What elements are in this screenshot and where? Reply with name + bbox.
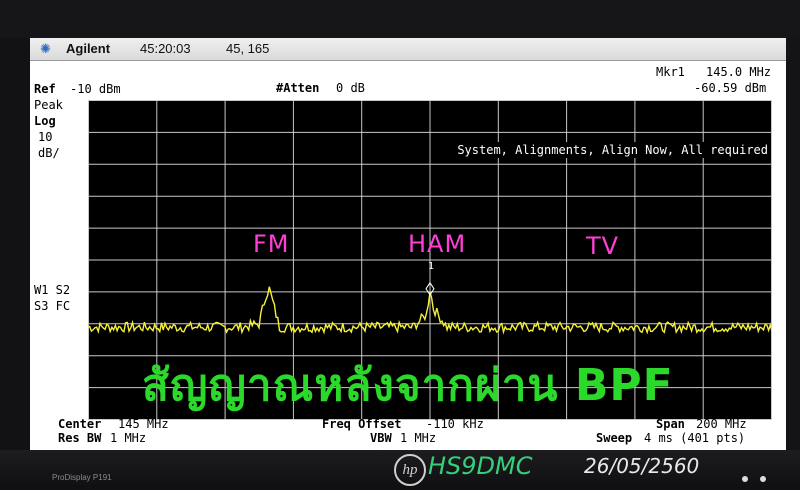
scale-unit: dB/ <box>38 146 60 160</box>
res-bw-value: 1 MHz <box>110 431 147 445</box>
ref-value: -10 dBm <box>70 82 121 96</box>
analyzer-screen: ✺ Agilent 45:20:03 45, 165 Ref -10 dBm #… <box>30 38 786 450</box>
vbw-label: VBW <box>370 431 392 445</box>
ham-label: HAM <box>408 230 467 258</box>
span-value: 200 MHz <box>696 417 747 431</box>
ref-label: Ref <box>34 82 56 96</box>
marker-level: -60.59 dBm <box>694 81 767 95</box>
sweep-value: 4 ms (401 pts) <box>644 431 746 445</box>
trace-s3fc-label: S3 FC <box>34 299 71 313</box>
freq-offset-value: -110 kHz <box>426 417 484 431</box>
freq-offset-label: Freq Offset <box>322 417 402 431</box>
marker-label: Mkr1 <box>656 65 685 79</box>
detector-label: Peak <box>34 98 63 112</box>
trace-w1s2-label: W1 S2 <box>34 283 71 297</box>
title-bar: ✺ Agilent 45:20:03 45, 165 <box>30 38 786 61</box>
date-watermark: 26/05/2560 <box>584 454 700 478</box>
atten-value: 0 dB <box>336 81 365 95</box>
bezel-top <box>0 0 800 38</box>
clock-readout: 45:20:03 <box>140 41 191 56</box>
spectrum-graticule: System, Alignments, Align Now, All requi… <box>88 100 772 420</box>
bezel-left <box>0 38 30 450</box>
agilent-spark-icon: ✺ <box>40 41 51 56</box>
marker-freq: 145.0 MHz <box>706 65 772 79</box>
sweep-label: Sweep <box>596 431 633 445</box>
fm-label: FM <box>253 230 290 258</box>
span-label: Span <box>656 417 685 431</box>
monitor-model: ProDisplay P191 <box>52 473 112 482</box>
center-value: 145 MHz <box>118 417 169 431</box>
res-bw-label: Res BW <box>58 431 102 445</box>
callsign-watermark: HS9DMC <box>428 452 533 480</box>
menu-led-icon[interactable] <box>760 476 766 482</box>
marker-1-label: 1 <box>428 261 435 272</box>
power-led-icon[interactable] <box>742 476 748 482</box>
bezel-right <box>786 38 800 450</box>
alignment-message: System, Alignments, Align Now, All requi… <box>455 142 770 158</box>
caption-text: สัญญาณหลังจากผ่าน BPF <box>142 360 674 411</box>
coords-readout: 45, 165 <box>226 41 270 56</box>
tv-label: TV <box>586 232 620 260</box>
center-label: Center <box>58 417 102 431</box>
scale-value: 10 <box>38 130 53 144</box>
vbw-value: 1 MHz <box>400 431 437 445</box>
log-label: Log <box>34 114 56 128</box>
brand-name: Agilent <box>66 41 111 56</box>
atten-label: #Atten <box>276 81 320 95</box>
hp-logo-icon: hp <box>394 454 426 486</box>
